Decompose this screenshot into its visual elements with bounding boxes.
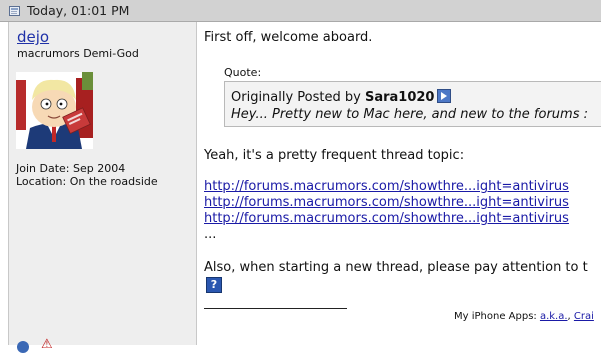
avatar[interactable] bbox=[16, 72, 93, 149]
quote-originally: Originally Posted by bbox=[231, 90, 365, 105]
post-date: Today, 01:01 PM bbox=[27, 3, 130, 18]
post-header: Today, 01:01 PM bbox=[0, 0, 601, 22]
signature-app-link-1[interactable]: a.k.a. bbox=[540, 311, 568, 322]
signature: My iPhone Apps: a.k.a., Crai bbox=[454, 311, 594, 322]
post-content: First off, welcome aboard. Quote: Origin… bbox=[204, 22, 601, 345]
quote-text: Hey... Pretty new to Mac here, and new t… bbox=[231, 107, 588, 122]
author-title: macrumors Demi-God bbox=[17, 47, 139, 60]
author-sidebar: dejo macrumors Demi-God Join Date: Sep 2… bbox=[8, 22, 197, 353]
join-date: Join Date: Sep 2004 bbox=[16, 162, 126, 175]
help-icon[interactable]: ? bbox=[206, 277, 222, 293]
avatar-image bbox=[16, 72, 93, 149]
author-info: Join Date: Sep 2004 Location: On the roa… bbox=[16, 162, 158, 188]
author-username[interactable]: dejo bbox=[17, 28, 49, 46]
quote-label: Quote: bbox=[224, 66, 262, 79]
quote-box: Originally Posted by Sara1020 Hey... Pre… bbox=[224, 81, 601, 127]
thread-link-1[interactable]: http://forums.macrumors.com/showthre...i… bbox=[204, 179, 569, 194]
location: Location: On the roadside bbox=[16, 175, 158, 188]
view-post-icon[interactable] bbox=[437, 89, 452, 103]
closing-text: Also, when starting a new thread, please… bbox=[204, 260, 588, 275]
online-status-icon bbox=[17, 341, 29, 353]
intro-text: First off, welcome aboard. bbox=[204, 30, 373, 45]
ellipsis-text: ... bbox=[204, 227, 217, 242]
quote-attribution: Originally Posted by Sara1020 bbox=[231, 89, 452, 105]
signature-label: My iPhone Apps: bbox=[454, 311, 540, 322]
signature-app-link-2[interactable]: Crai bbox=[574, 311, 594, 322]
reply-text: Yeah, it's a pretty frequent thread topi… bbox=[204, 148, 465, 163]
thread-link-2[interactable]: http://forums.macrumors.com/showthre...i… bbox=[204, 195, 569, 210]
thread-link-3[interactable]: http://forums.macrumors.com/showthre...i… bbox=[204, 211, 569, 226]
post-icon bbox=[9, 6, 20, 16]
signature-divider bbox=[204, 308, 347, 309]
quote-author: Sara1020 bbox=[364, 90, 435, 105]
